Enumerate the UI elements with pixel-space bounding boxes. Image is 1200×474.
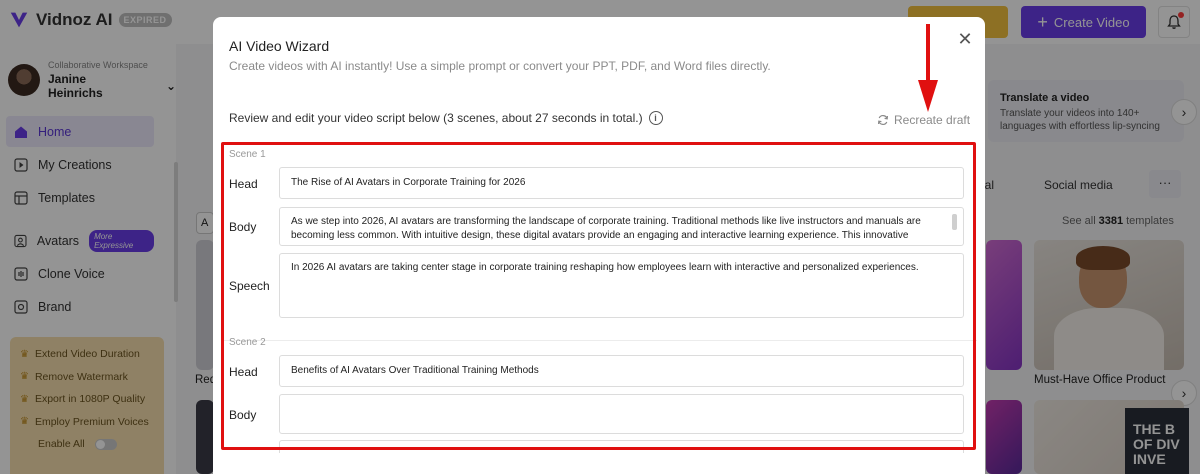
review-text: Review and edit your video script below … <box>229 111 643 125</box>
close-icon: ✕ <box>957 29 973 49</box>
dialog-title: AI Video Wizard <box>229 38 330 54</box>
script-highlight-box <box>221 142 976 450</box>
close-button[interactable]: ✕ <box>955 29 975 49</box>
refresh-icon <box>878 114 888 126</box>
recreate-draft-button[interactable]: Recreate draft <box>877 113 970 127</box>
annotation-arrow-down-icon <box>918 24 938 112</box>
review-instructions: Review and edit your video script below … <box>229 111 663 125</box>
info-icon[interactable]: i <box>648 111 663 125</box>
recreate-draft-label: Recreate draft <box>894 113 971 127</box>
dialog-subtitle: Create videos with AI instantly! Use a s… <box>229 59 771 73</box>
